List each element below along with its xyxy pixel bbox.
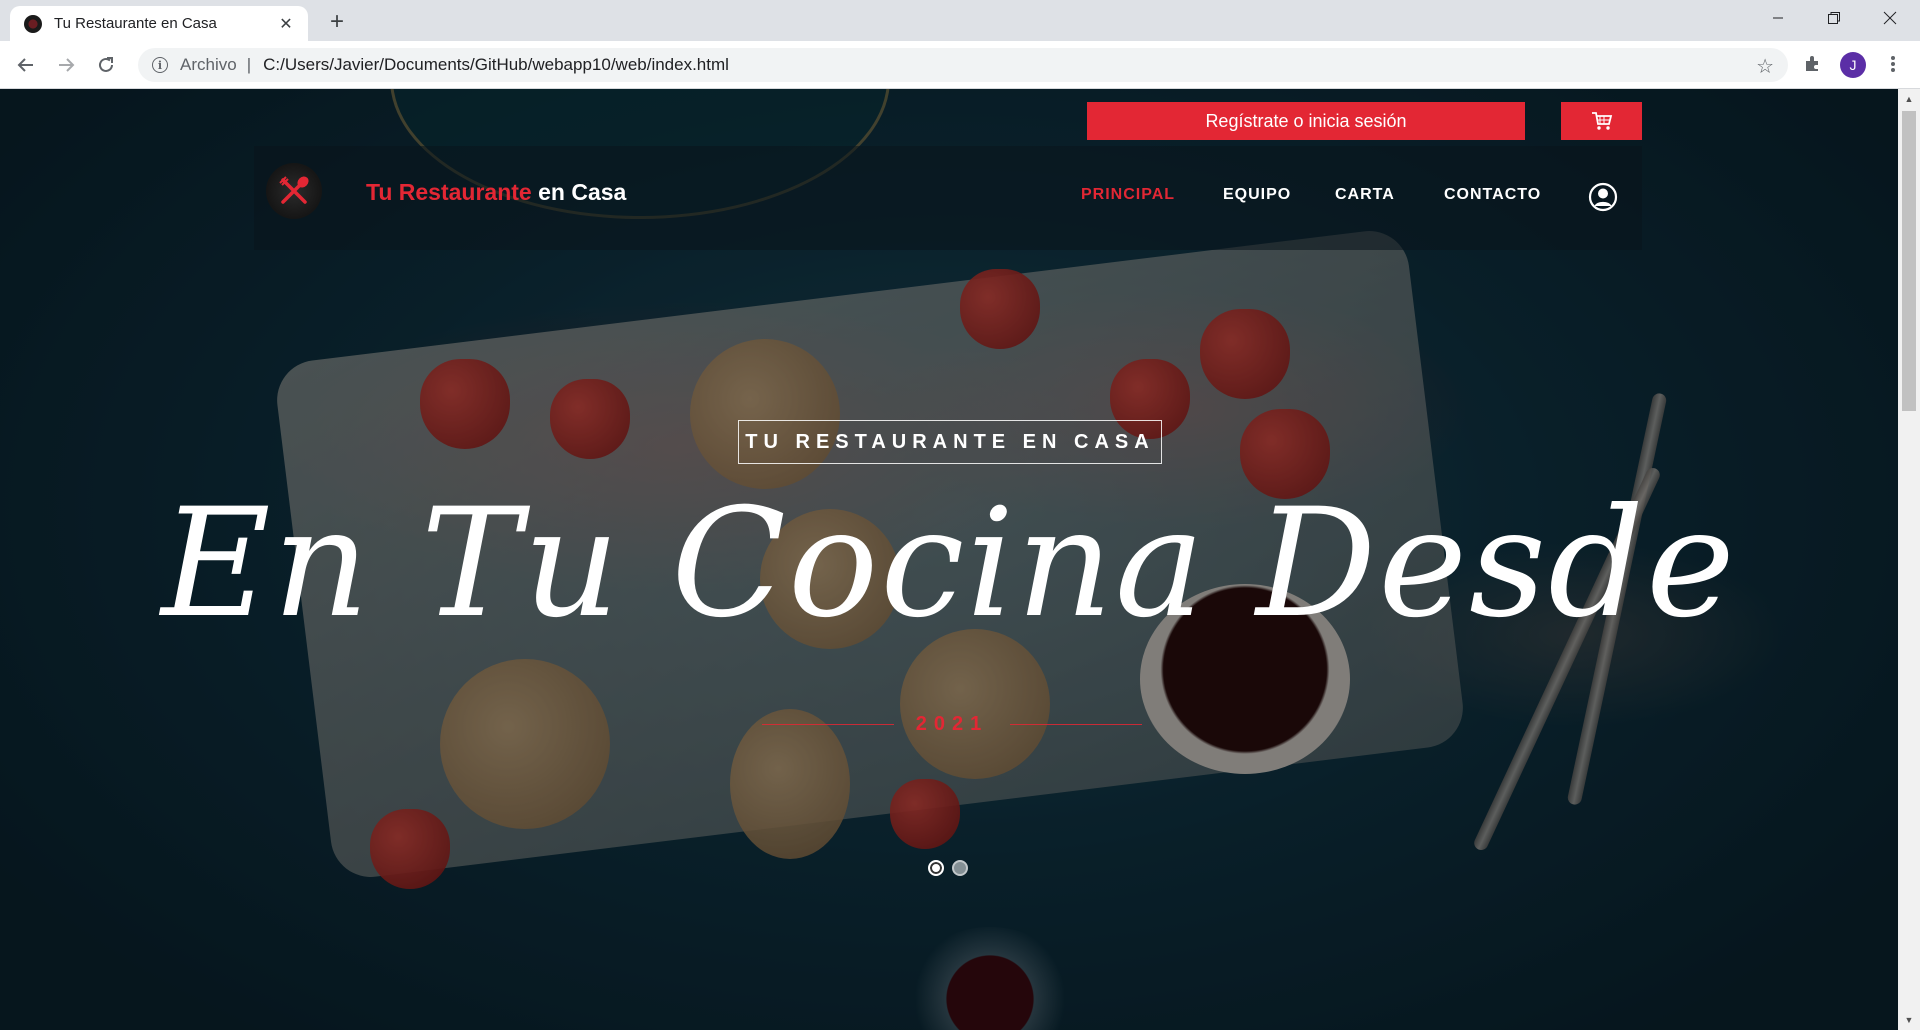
- hero-year: 2021: [915, 712, 989, 735]
- site-navbar: Tu Restaurante en Casa PRINCIPAL EQUIPO …: [254, 146, 1642, 250]
- restaurant-logo[interactable]: [266, 163, 322, 219]
- cart-icon: [1591, 112, 1612, 130]
- hero-title: En Tu Cocina Desde: [161, 477, 1737, 651]
- register-button[interactable]: Regístrate o inicia sesión: [1087, 102, 1525, 140]
- url-scheme: Archivo: [180, 55, 237, 74]
- page-scrollbar[interactable]: ▲ ▼: [1898, 89, 1920, 1030]
- utensils-icon: [279, 176, 309, 204]
- hero-subtitle: TU RESTAURANTE EN CASA: [738, 420, 1162, 464]
- nav-link-equipo[interactable]: EQUIPO: [1223, 186, 1291, 204]
- nav-link-principal[interactable]: PRINCIPAL: [1081, 186, 1175, 204]
- cart-button[interactable]: [1561, 102, 1642, 140]
- new-tab-button[interactable]: +: [322, 8, 352, 36]
- restore-icon[interactable]: [1806, 0, 1862, 36]
- nav-link-contacto[interactable]: CONTACTO: [1444, 186, 1541, 204]
- scrollbar-thumb[interactable]: [1902, 111, 1916, 411]
- reload-icon[interactable]: [92, 51, 120, 79]
- browser-toolbar: i Archivo | C:/Users/Javier/Documents/Gi…: [0, 41, 1920, 89]
- nav-link-carta[interactable]: CARTA: [1335, 186, 1395, 204]
- page-viewport: Regístrate o inicia sesión Tu Restaurant…: [0, 89, 1898, 1030]
- brand-name[interactable]: Tu Restaurante en Casa: [366, 179, 626, 206]
- menu-icon[interactable]: [1880, 50, 1906, 78]
- carousel-indicators: [928, 860, 968, 876]
- carousel-dot-1[interactable]: [928, 860, 944, 876]
- forward-icon[interactable]: [52, 51, 80, 79]
- url-text[interactable]: C:/Users/Javier/Documents/GitHub/webapp1…: [263, 55, 729, 75]
- profile-avatar[interactable]: J: [1840, 52, 1866, 78]
- brand-name-rest: en Casa: [531, 179, 627, 205]
- browser-tab[interactable]: Tu Restaurante en Casa ✕: [10, 6, 308, 41]
- minimize-icon[interactable]: [1750, 0, 1806, 36]
- info-icon[interactable]: i: [152, 57, 168, 73]
- url-separator: |: [246, 55, 252, 74]
- back-icon[interactable]: [12, 51, 40, 79]
- extensions-icon[interactable]: [1800, 52, 1824, 76]
- star-icon[interactable]: ☆: [1756, 54, 1774, 79]
- year-divider-left: [762, 723, 894, 725]
- favicon-icon: [24, 14, 42, 33]
- brand-name-highlight: Tu Restaurante: [366, 179, 532, 205]
- scroll-up-icon[interactable]: ▲: [1898, 91, 1920, 107]
- tab-title: Tu Restaurante en Casa: [54, 15, 217, 32]
- address-bar[interactable]: i Archivo | C:/Users/Javier/Documents/Gi…: [138, 48, 1788, 82]
- carousel-dot-2[interactable]: [952, 860, 968, 876]
- year-divider-right: [1010, 723, 1142, 725]
- scroll-down-icon[interactable]: ▼: [1898, 1012, 1920, 1028]
- close-icon[interactable]: [1862, 0, 1918, 36]
- hero-year-row: 2021: [762, 709, 1142, 739]
- user-account-icon[interactable]: [1588, 182, 1618, 212]
- browser-tab-bar: Tu Restaurante en Casa ✕ +: [0, 0, 1920, 41]
- tab-close-icon[interactable]: ✕: [276, 14, 296, 34]
